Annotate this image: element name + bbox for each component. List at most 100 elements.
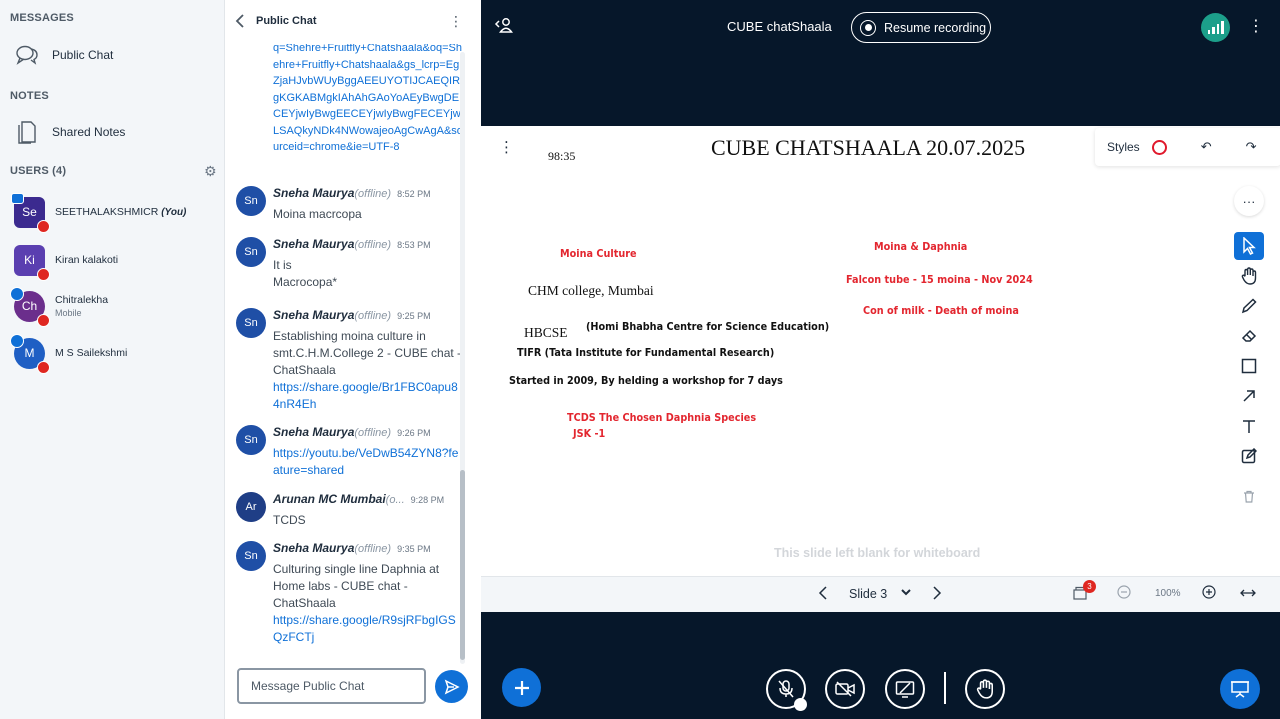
sender-name: Arunan MC Mumbai xyxy=(273,492,386,506)
gear-icon[interactable]: ⚙ xyxy=(204,164,218,178)
annotation-text: JSK -1 xyxy=(573,427,606,440)
chat-link[interactable]: https://share.google/Br1FBC0apu84nR4Eh xyxy=(273,380,458,411)
select-tool-icon[interactable] xyxy=(1234,232,1264,260)
kebab-menu-icon[interactable]: ⋮ xyxy=(499,138,514,156)
chevron-down-icon[interactable] xyxy=(901,587,911,599)
avatar: Sn xyxy=(236,237,266,267)
zoom-out-icon[interactable] xyxy=(1117,585,1131,602)
user-list-item[interactable]: M M S Sailekshmi xyxy=(10,333,128,374)
message-text: Culturing single line Daphnia at Home la… xyxy=(273,562,440,610)
public-chat-panel: Public Chat ⋮ q=Shehre+Fruitfly+Chatshaa… xyxy=(225,0,481,719)
kebab-menu-icon[interactable]: ⋮ xyxy=(1248,16,1264,36)
muted-mic-icon xyxy=(778,680,794,698)
muted-mic-icon xyxy=(37,219,50,233)
color-circle-icon[interactable] xyxy=(1151,139,1167,155)
offline-label: (o... xyxy=(385,494,405,506)
chevron-left-icon[interactable] xyxy=(818,585,828,605)
sender-name: Sneha Maurya xyxy=(273,541,355,555)
slide-timer: 98:35 xyxy=(548,149,576,163)
redo-icon[interactable]: ↷ xyxy=(1246,139,1257,155)
resume-recording-button[interactable]: Resume recording xyxy=(851,12,991,43)
annotation-text: HBCSE xyxy=(524,325,568,340)
message-time: 8:52 PM xyxy=(397,189,431,199)
you-label: (You) xyxy=(161,207,187,218)
avatar: M xyxy=(10,333,50,374)
raise-hand-icon xyxy=(976,679,993,699)
slide-navigation-bar: Slide 3 3 100% xyxy=(481,576,1280,612)
arrow-icon[interactable] xyxy=(1234,382,1264,410)
chat-title[interactable]: Public Chat xyxy=(256,15,317,27)
avatar: Se xyxy=(11,192,50,233)
annotation-text: Falcon tube - 15 moina - Nov 2024 xyxy=(846,273,1033,286)
toggle-user-list-icon[interactable] xyxy=(494,16,514,38)
control-separator xyxy=(944,672,946,704)
public-chat-nav-item[interactable]: Public Chat xyxy=(12,38,113,72)
camera-off-icon xyxy=(835,681,855,697)
sender-name: Sneha Maurya xyxy=(273,308,355,322)
send-message-button[interactable] xyxy=(435,670,468,703)
avatar: Ki xyxy=(14,244,50,281)
zoom-in-icon[interactable] xyxy=(1202,585,1216,602)
eraser-icon[interactable] xyxy=(1234,322,1264,350)
share-screen-button[interactable] xyxy=(885,669,925,709)
pan-hand-icon[interactable] xyxy=(1234,262,1264,290)
chat-link[interactable]: https://youtu.be/VeDwB54ZYN8?feature=sha… xyxy=(273,446,458,477)
zoom-level: 100% xyxy=(1155,588,1181,599)
actions-plus-button[interactable] xyxy=(502,668,541,707)
whiteboard-access-icon xyxy=(10,286,24,301)
text-tool-icon[interactable] xyxy=(1234,412,1264,440)
message-text: Establishing moina culture in smt.C.H.M.… xyxy=(273,329,462,377)
chevron-left-icon[interactable] xyxy=(235,13,245,33)
fit-width-icon[interactable] xyxy=(1240,585,1256,601)
annotation-text: Moina Culture xyxy=(560,247,637,260)
trash-icon[interactable] xyxy=(1234,482,1264,510)
message-text: Macrocopa* xyxy=(273,275,338,289)
avatar: Sn xyxy=(236,186,266,216)
messages-section-title: MESSAGES xyxy=(10,12,74,24)
user-name: M S Sailekshmi xyxy=(55,347,128,359)
muted-mic-icon xyxy=(37,313,50,327)
user-list-item[interactable]: Se SEETHALAKSHMICR (You) xyxy=(11,192,187,233)
notes-section-title: NOTES xyxy=(10,90,49,102)
toggle-presentation-button[interactable] xyxy=(1220,669,1260,709)
avatar: Ar xyxy=(236,492,266,522)
raise-hand-button[interactable] xyxy=(965,669,1005,709)
screen-share-off-icon xyxy=(895,681,915,698)
shared-notes-nav-item[interactable]: Shared Notes xyxy=(12,115,125,149)
chat-message-input[interactable] xyxy=(239,670,424,702)
chat-link[interactable]: https://share.google/R9sjRFbgIGSQzFCTj xyxy=(273,613,456,644)
chat-link[interactable]: q=Shehre+Fruitfly+Chatshaala&oq=Shehre+F… xyxy=(273,44,463,156)
avatar: Ch xyxy=(10,286,50,327)
slide-selector[interactable]: Slide 3 xyxy=(849,587,887,601)
sender-name: Sneha Maurya xyxy=(273,186,355,200)
pencil-icon[interactable] xyxy=(1234,292,1264,320)
rectangle-icon[interactable] xyxy=(1234,352,1264,380)
user-list-item[interactable]: Ch Chitralekha Mobile xyxy=(10,286,108,327)
mic-status-dot xyxy=(794,698,807,711)
offline-label: (offline) xyxy=(354,188,392,200)
shared-notes-label: Shared Notes xyxy=(52,125,126,139)
user-list-item[interactable]: Ki Kiran kalakoti xyxy=(14,240,118,281)
public-chat-label: Public Chat xyxy=(52,48,114,62)
more-tools-icon[interactable]: ··· xyxy=(1234,186,1264,216)
user-device-label: Mobile xyxy=(55,308,82,318)
unmute-mic-button[interactable] xyxy=(766,669,807,711)
document-icon xyxy=(12,117,42,147)
note-edit-icon[interactable] xyxy=(1234,442,1264,470)
chat-input-wrapper xyxy=(237,668,426,704)
annotation-text: Moina & Daphnia xyxy=(874,240,968,253)
slide-title: CUBE CHATSHAALA 20.07.2025 xyxy=(711,135,1026,160)
chat-scrollbar-thumb[interactable] xyxy=(460,470,465,660)
chevron-right-icon[interactable] xyxy=(932,585,942,605)
share-webcam-button[interactable] xyxy=(825,669,865,709)
annotation-text: TIFR (Tata Institute for Fundamental Res… xyxy=(517,346,775,359)
muted-mic-icon xyxy=(37,360,50,374)
sender-name: Sneha Maurya xyxy=(273,425,355,439)
kebab-menu-icon[interactable]: ⋮ xyxy=(449,13,463,30)
message-text: TCDS xyxy=(273,513,306,527)
whiteboard-slide[interactable]: ⋮ 98:35 CUBE CHATSHAALA 20.07.2025 Style… xyxy=(481,126,1280,576)
undo-icon[interactable]: ↶ xyxy=(1201,139,1212,155)
connection-status-icon[interactable] xyxy=(1201,13,1230,42)
styles-label[interactable]: Styles xyxy=(1107,140,1140,154)
notification-badge: 3 xyxy=(1083,580,1096,593)
